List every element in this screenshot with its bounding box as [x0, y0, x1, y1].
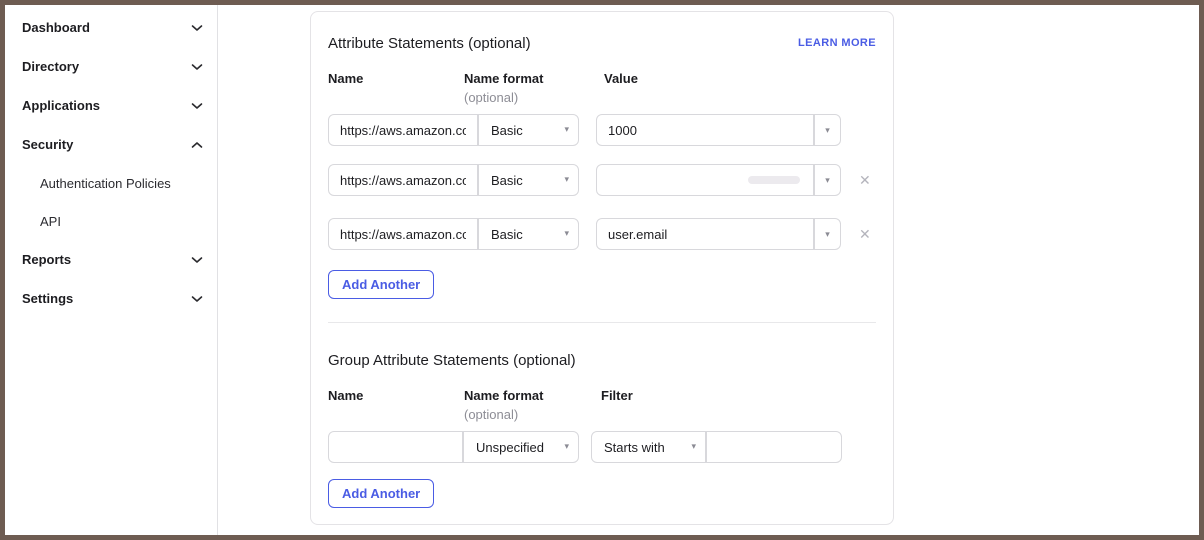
- chevron-down-icon: ▾: [564, 124, 569, 135]
- sidebar-item-dashboard[interactable]: Dashboard: [22, 8, 217, 47]
- chevron-down-icon: [191, 256, 203, 264]
- remove-row-icon[interactable]: ✕: [859, 227, 871, 241]
- sidebar-item-api[interactable]: API: [22, 202, 217, 240]
- sidebar-item-label: Dashboard: [22, 20, 90, 35]
- column-header-filter: Filter: [601, 388, 633, 403]
- sidebar-item-directory[interactable]: Directory: [22, 47, 217, 86]
- group-column-headers: Name Name format (optional) Filter: [328, 388, 876, 426]
- attribute-name-input[interactable]: [328, 114, 478, 146]
- name-format-select[interactable]: Basic ▾: [478, 218, 579, 250]
- column-header-name-format: Name format: [464, 71, 543, 86]
- chevron-down-icon: ▾: [564, 174, 569, 185]
- sidebar-item-label: Directory: [22, 59, 79, 74]
- attribute-name-input[interactable]: [328, 164, 478, 196]
- chevron-down-icon: [191, 295, 203, 303]
- chevron-down-icon: [191, 63, 203, 71]
- sidebar-item-applications[interactable]: Applications: [22, 86, 217, 125]
- attribute-value-input[interactable]: [596, 218, 814, 250]
- attribute-row: Basic ▾ ▾ ✕: [328, 218, 876, 250]
- sidebar-item-settings[interactable]: Settings: [22, 279, 217, 318]
- remove-row-icon[interactable]: ✕: [859, 173, 871, 187]
- attribute-value-input[interactable]: [596, 114, 814, 146]
- group-name-input[interactable]: [328, 431, 463, 463]
- column-header-optional-note: (optional): [464, 407, 518, 422]
- add-another-group-attribute-button[interactable]: Add Another: [328, 479, 434, 508]
- name-format-group: Basic ▾: [328, 164, 579, 196]
- value-combobox: ▾: [596, 114, 841, 146]
- value-dropdown-button[interactable]: ▾: [814, 164, 841, 196]
- sidebar-item-label: Reports: [22, 252, 71, 267]
- sidebar-item-label: Security: [22, 137, 73, 152]
- chevron-down-icon: ▾: [825, 125, 830, 136]
- add-another-attribute-button[interactable]: Add Another: [328, 270, 434, 299]
- attribute-value-input[interactable]: [596, 164, 814, 196]
- attribute-row: Basic ▾ ▾ ✕: [328, 164, 876, 196]
- column-header-name-format: Name format: [464, 388, 543, 403]
- attribute-column-headers: Name Name format (optional) Value: [328, 71, 876, 109]
- filter-type-select[interactable]: Starts with ▾: [591, 431, 706, 463]
- chevron-down-icon: ▾: [825, 175, 830, 186]
- sidebar-item-label: Applications: [22, 98, 100, 113]
- attribute-name-input[interactable]: [328, 218, 478, 250]
- sidebar-item-authentication-policies[interactable]: Authentication Policies: [22, 164, 217, 202]
- section-divider: [328, 322, 876, 323]
- filter-value-input[interactable]: [706, 431, 842, 463]
- attribute-statements-header: Attribute Statements (optional) LEARN MO…: [328, 33, 876, 53]
- group-attribute-row: Unspecified ▾ Starts with ▾: [328, 431, 876, 463]
- name-format-select[interactable]: Basic ▾: [478, 114, 579, 146]
- column-header-name: Name: [328, 71, 363, 86]
- chevron-down-icon: [191, 24, 203, 32]
- sidebar-item-reports[interactable]: Reports: [22, 240, 217, 279]
- app-window: Dashboard Directory Applications Securit…: [0, 0, 1204, 540]
- column-header-name: Name: [328, 388, 363, 403]
- column-header-value: Value: [604, 71, 638, 86]
- chevron-down-icon: ▾: [691, 441, 696, 452]
- name-format-group: Basic ▾: [328, 114, 579, 146]
- name-format-group: Basic ▾: [328, 218, 579, 250]
- chevron-down-icon: ▾: [825, 229, 830, 240]
- sidebar-item-security[interactable]: Security: [22, 125, 217, 164]
- saml-settings-card: Attribute Statements (optional) LEARN MO…: [310, 11, 894, 525]
- value-dropdown-button[interactable]: ▾: [814, 218, 841, 250]
- chevron-up-icon: [191, 141, 203, 149]
- column-header-optional-note: (optional): [464, 90, 518, 105]
- chevron-down-icon: [191, 102, 203, 110]
- sidebar-item-label: API: [40, 214, 61, 229]
- name-format-group: Unspecified ▾: [328, 431, 579, 463]
- attribute-statements-title: Attribute Statements (optional): [328, 35, 531, 52]
- group-attribute-statements-title: Group Attribute Statements (optional): [328, 352, 576, 369]
- value-combobox: ▾: [596, 164, 841, 196]
- sidebar-item-label: Settings: [22, 291, 73, 306]
- value-dropdown-button[interactable]: ▾: [814, 114, 841, 146]
- sidebar-item-label: Authentication Policies: [40, 176, 171, 191]
- sidebar: Dashboard Directory Applications Securit…: [5, 5, 218, 535]
- name-format-select[interactable]: Basic ▾: [478, 164, 579, 196]
- chevron-down-icon: ▾: [564, 441, 569, 452]
- filter-group: Starts with ▾: [591, 431, 842, 463]
- group-name-format-select[interactable]: Unspecified ▾: [463, 431, 579, 463]
- chevron-down-icon: ▾: [564, 228, 569, 239]
- value-combobox: ▾: [596, 218, 841, 250]
- learn-more-link[interactable]: LEARN MORE: [798, 37, 876, 49]
- attribute-row: Basic ▾ ▾: [328, 114, 876, 146]
- group-attribute-statements-header: Group Attribute Statements (optional): [328, 350, 876, 370]
